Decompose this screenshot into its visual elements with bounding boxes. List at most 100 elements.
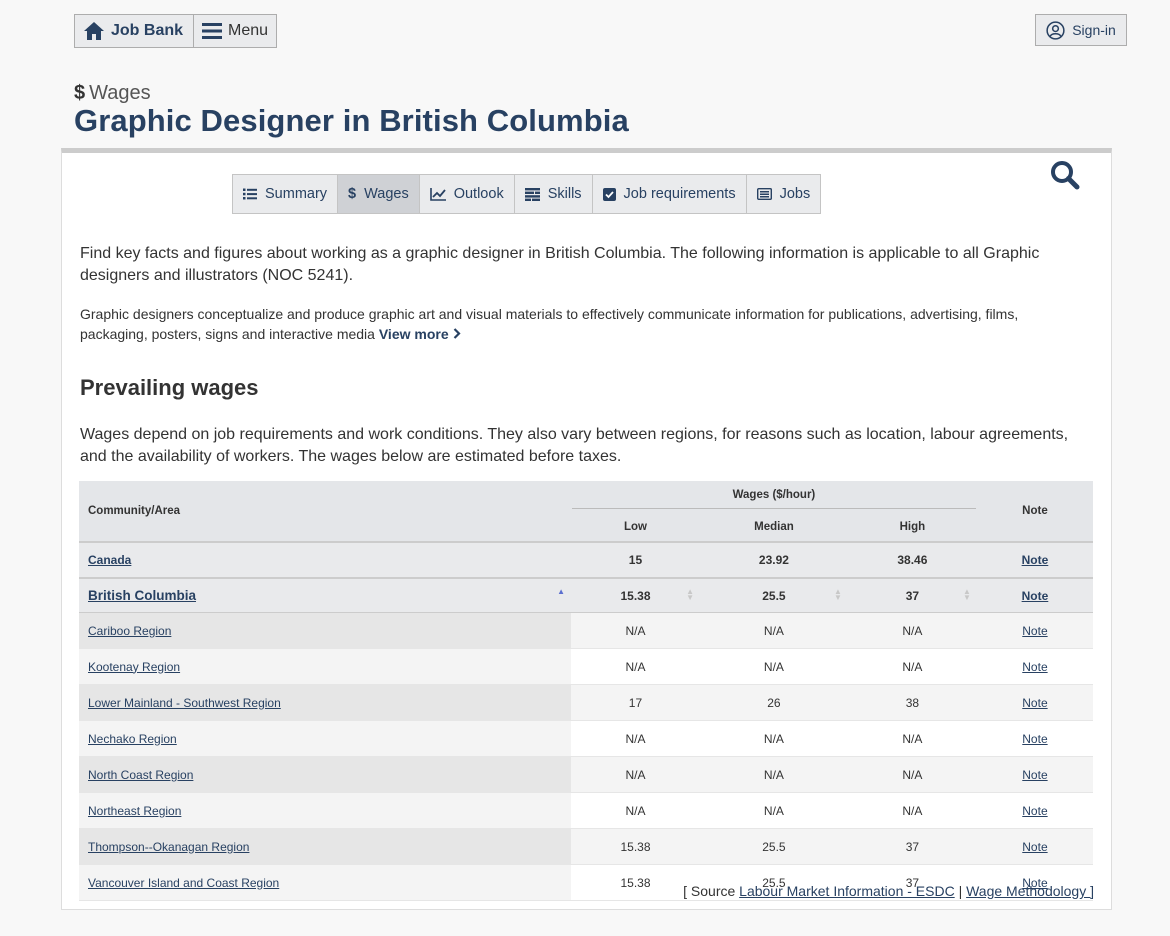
menu-label: Menu (228, 22, 269, 39)
low-cell: 15 (570, 541, 700, 578)
high-cell[interactable]: 37 ▲ ▼ (847, 577, 977, 613)
checkbox-icon (602, 187, 616, 201)
section-title: Prevailing wages (80, 375, 259, 400)
note-link[interactable]: Note (1022, 732, 1047, 746)
low-cell: N/A (570, 648, 700, 685)
skills-icon (524, 187, 540, 201)
col-low-header: Low (570, 512, 700, 542)
tab-wages[interactable]: $ Wages (338, 175, 420, 213)
tab-skills[interactable]: Skills (515, 175, 593, 213)
menu-button[interactable]: Menu (194, 15, 276, 47)
community-link[interactable]: North Coast Region (88, 768, 193, 782)
topbar-nav: Job Bank Menu (74, 14, 278, 48)
community-link[interactable]: Cariboo Region (88, 624, 171, 638)
intro-text: Find key facts and figures about working… (80, 245, 1040, 284)
col-median-header: Median (699, 512, 848, 542)
community-cell: Kootenay Region (79, 648, 571, 685)
low-cell: N/A (570, 720, 700, 757)
low-cell[interactable]: 15.38 ▲ ▼ (570, 577, 700, 613)
source-prefix: [ Source (683, 883, 736, 899)
high-cell: N/A (847, 612, 977, 649)
table-row: North Coast Region N/A N/A N/A Note (79, 756, 1093, 793)
hamburger-icon (202, 23, 223, 39)
table-row: Cariboo Region N/A N/A N/A Note (79, 612, 1093, 649)
community-cell: North Coast Region (79, 756, 571, 793)
sign-in-button[interactable]: Sign-in (1035, 14, 1127, 46)
community-link-british-columbia[interactable]: British Columbia (88, 588, 196, 603)
source-attribution: [ Source Labour Market Information - ESD… (683, 883, 1094, 899)
jobs-list-icon (756, 188, 772, 200)
high-cell: 38.46 (847, 541, 977, 578)
job-bank-home-button[interactable]: Job Bank (75, 15, 195, 47)
table-row: Thompson--Okanagan Region 15.38 25.5 37 … (79, 828, 1093, 865)
median-cell: 23.92 (699, 541, 848, 578)
community-link[interactable]: Northeast Region (88, 804, 181, 818)
low-cell: 17 (570, 684, 700, 721)
note-link[interactable]: Note (1022, 624, 1047, 638)
note-link[interactable]: Note (1022, 589, 1049, 603)
search-icon (1051, 161, 1080, 190)
community-cell: Nechako Region (79, 720, 571, 757)
kicker-label: Wages (89, 82, 151, 104)
sort-icon: ▲ ▼ (962, 587, 971, 602)
high-cell: N/A (847, 648, 977, 685)
list-icon (243, 188, 257, 200)
note-link[interactable]: Note (1022, 840, 1047, 854)
community-link[interactable]: Kootenay Region (88, 660, 180, 674)
table-row-canada: Canada 15 23.92 38.46 Note (79, 541, 1093, 578)
view-more-link[interactable]: View more (379, 326, 461, 342)
median-cell: N/A (699, 792, 848, 829)
community-cell[interactable]: British Columbia ▲ (79, 577, 571, 613)
note-cell: Note (976, 756, 1093, 793)
low-value: 15.38 (620, 588, 651, 603)
tab-skills-label: Skills (547, 186, 582, 202)
high-cell: 38 (847, 684, 977, 721)
community-link[interactable]: Lower Mainland - Southwest Region (88, 696, 281, 710)
community-link[interactable]: Vancouver Island and Coast Region (88, 876, 279, 890)
dollar-icon: $ (74, 82, 86, 104)
user-circle-icon (1046, 20, 1065, 40)
community-cell: Northeast Region (79, 792, 571, 829)
line-chart-icon (429, 187, 446, 201)
community-link-canada[interactable]: Canada (88, 553, 131, 567)
note-link[interactable]: Note (1022, 804, 1047, 818)
note-link[interactable]: Note (1022, 553, 1049, 567)
community-link[interactable]: Nechako Region (88, 732, 177, 746)
note-cell: Note (976, 612, 1093, 649)
search-button[interactable] (1049, 159, 1081, 191)
tab-jobs[interactable]: Jobs (747, 175, 821, 213)
view-more-label: View more (378, 326, 449, 342)
high-cell: N/A (847, 720, 977, 757)
sort-icon: ▲ ▼ (686, 587, 694, 602)
note-link[interactable]: Note (1022, 768, 1047, 782)
tab-outlook[interactable]: Outlook (420, 175, 515, 213)
description-text: Graphic designers conceptualize and prod… (80, 306, 1019, 342)
tab-summary[interactable]: Summary (233, 175, 339, 213)
low-cell: N/A (570, 756, 700, 793)
note-cell: Note (976, 577, 1093, 613)
source-link-wage-methodology[interactable]: Wage Methodology ] (966, 883, 1094, 899)
page-kicker: $ Wages (74, 82, 151, 105)
chevron-right-icon (453, 328, 461, 339)
low-cell: N/A (570, 792, 700, 829)
tab-outlook-label: Outlook (453, 186, 504, 202)
median-cell[interactable]: 25.5 ▲ ▼ (699, 577, 848, 613)
wages-group-label: Wages ($/hour) (571, 489, 976, 509)
median-cell: 26 (699, 684, 848, 721)
community-link[interactable]: Thompson--Okanagan Region (88, 840, 249, 854)
note-link[interactable]: Note (1022, 696, 1047, 710)
tab-job-requirements[interactable]: Job requirements (593, 175, 747, 213)
median-cell: N/A (699, 756, 848, 793)
median-cell: N/A (699, 720, 848, 757)
note-cell: Note (976, 648, 1093, 685)
note-cell: Note (976, 684, 1093, 721)
col-community-header: Community/Area (79, 481, 571, 542)
content-panel: Summary $ Wages Outlook Skills Job requi… (61, 148, 1112, 910)
low-cell: 15.38 (570, 828, 700, 865)
tab-job-requirements-label: Job requirements (623, 186, 736, 202)
community-cell: Lower Mainland - Southwest Region (79, 684, 571, 721)
high-cell: N/A (847, 792, 977, 829)
note-cell: Note (976, 541, 1093, 578)
source-link-lmi[interactable]: Labour Market Information - ESDC (739, 883, 955, 899)
note-link[interactable]: Note (1022, 660, 1047, 674)
